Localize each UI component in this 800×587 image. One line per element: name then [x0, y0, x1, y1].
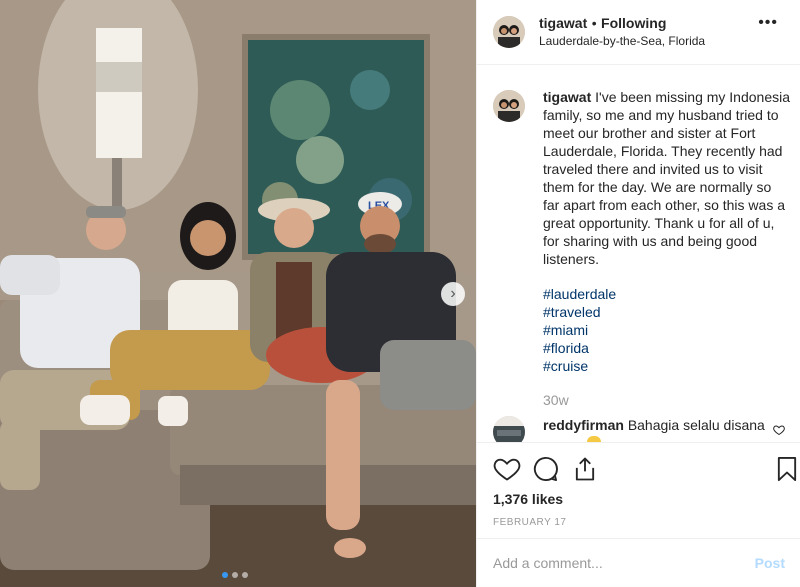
comment-bubble-icon[interactable] — [531, 455, 559, 483]
location-link[interactable]: Lauderdale-by-the-Sea, Florida — [539, 33, 705, 50]
caption-body: tigawat I've been missing my Indonesia f… — [543, 88, 791, 409]
more-options-icon[interactable]: ••• — [758, 14, 778, 32]
post-header: tigawat • Following Lauderdale-by-the-Se… — [477, 0, 800, 65]
hashtag-link[interactable]: #cruise — [543, 357, 791, 375]
carousel-dots — [222, 572, 248, 578]
carousel-dot-3 — [242, 572, 248, 578]
hashtag-link[interactable]: #florida — [543, 339, 791, 357]
add-comment-bar: Post — [477, 538, 800, 587]
hashtag-link[interactable]: #lauderdale — [543, 285, 791, 303]
chevron-right-icon: › — [450, 285, 456, 302]
next-slide-button[interactable]: › — [441, 282, 465, 306]
post-date[interactable]: FEBRUARY 17 — [493, 517, 567, 528]
photo-illustration: LEX — [0, 0, 476, 587]
hashtag-link[interactable]: #miami — [543, 321, 791, 339]
action-icons — [477, 443, 800, 493]
caption-avatar[interactable] — [493, 90, 525, 122]
header-separator: • — [591, 14, 597, 31]
post-photo[interactable]: LEX › — [0, 0, 476, 587]
share-icon[interactable] — [571, 455, 599, 483]
header-text: tigawat • Following Lauderdale-by-the-Se… — [539, 15, 705, 50]
comment-input[interactable] — [493, 555, 755, 571]
comment-body: reddyfirman Bahagia selalu disana — [543, 416, 765, 442]
bookmark-icon[interactable] — [773, 455, 800, 483]
author-avatar[interactable] — [493, 16, 525, 48]
action-bar: 1,376 likes FEBRUARY 17 — [477, 442, 800, 528]
caption-timestamp[interactable]: 30w — [543, 391, 791, 409]
comment-text: Bahagia selalu disana — [627, 417, 765, 433]
caption: tigawat I've been missing my Indonesia f… — [493, 88, 793, 409]
commenter-username[interactable]: reddyfirman — [543, 417, 624, 433]
comments-section: tigawat I've been missing my Indonesia f… — [477, 66, 800, 442]
hashtag-link[interactable]: #traveled — [543, 303, 791, 321]
carousel-dot-1 — [222, 572, 228, 578]
author-username[interactable]: tigawat — [539, 15, 587, 31]
following-button[interactable]: Following — [601, 15, 666, 31]
carousel-dot-2 — [232, 572, 238, 578]
post-side-panel: tigawat • Following Lauderdale-by-the-Se… — [476, 0, 800, 587]
commenter-avatar[interactable] — [493, 416, 525, 442]
heart-icon[interactable] — [493, 455, 521, 483]
post-comment-button[interactable]: Post — [755, 555, 785, 571]
instagram-post-view: LEX › tigawat • Following Lauderdale-by-… — [0, 0, 800, 587]
likes-count[interactable]: 1,376 likes — [493, 491, 563, 507]
caption-text: I've been missing my Indonesia family, s… — [543, 89, 791, 267]
hashtag-list: #lauderdale #traveled #miami #florida #c… — [543, 285, 791, 375]
comment-item: reddyfirman Bahagia selalu disana — [493, 416, 793, 442]
comment-like-heart-icon[interactable] — [773, 424, 785, 439]
caption-username[interactable]: tigawat — [543, 89, 591, 105]
